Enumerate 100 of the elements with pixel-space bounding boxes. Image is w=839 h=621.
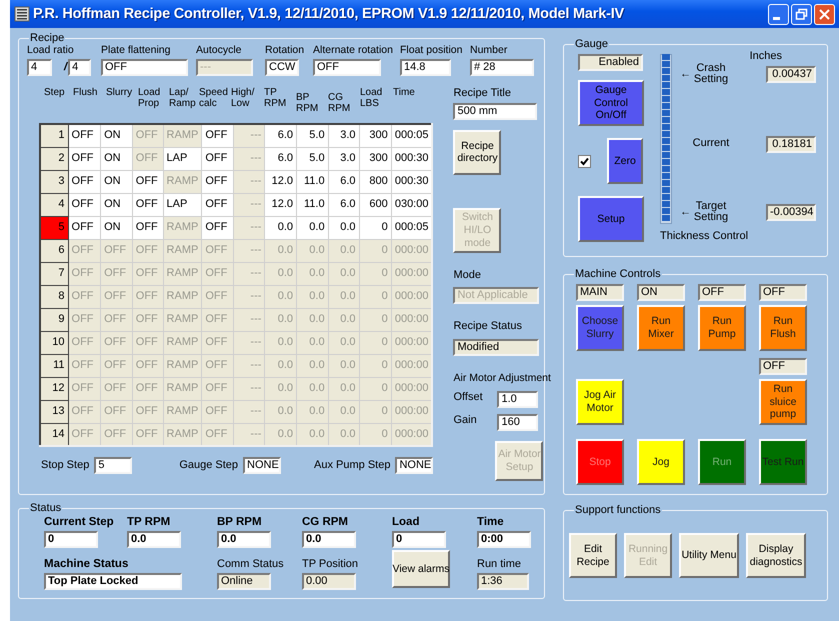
table-cell: OFF	[202, 170, 234, 194]
row-header[interactable]: 13	[40, 400, 68, 424]
table-cell: RAMP	[163, 423, 202, 446]
view-alarms-button[interactable]: View alarms	[392, 550, 450, 588]
readout-field[interactable]: OFF	[698, 284, 746, 301]
checkbox[interactable]	[578, 154, 591, 168]
row-header[interactable]: 2	[40, 147, 68, 170]
field-label: Recipe Title	[453, 87, 511, 100]
readout-field[interactable]: OFF	[759, 284, 807, 301]
text-field[interactable]: # 28	[470, 59, 534, 76]
text-field[interactable]: NONE	[243, 457, 282, 474]
row-header[interactable]: 5	[40, 216, 68, 240]
field-label: Offset	[453, 391, 483, 404]
table-cell: ---	[234, 331, 265, 354]
control-button[interactable]: Run Flush	[759, 305, 807, 351]
text-field[interactable]: 500 mm	[453, 102, 538, 120]
control-button[interactable]: Run Pump	[698, 305, 746, 351]
readout-field[interactable]: 1:36	[477, 572, 529, 590]
table-cell: OFF	[68, 262, 101, 286]
button[interactable]: Recipe directory	[453, 130, 502, 175]
text-field[interactable]: 0	[44, 531, 98, 548]
row-header[interactable]: 11	[40, 354, 68, 378]
table-cell: 000:00	[391, 423, 432, 446]
text-field[interactable]: 5	[94, 457, 132, 474]
row-header[interactable]: 14	[40, 423, 68, 446]
table-cell: RAMP	[163, 354, 202, 378]
table-cell: ON	[100, 147, 132, 170]
table-cell: OFF	[132, 193, 164, 216]
field-label: Stop Step	[41, 459, 90, 472]
table-cell: ---	[234, 308, 265, 332]
text-field[interactable]: 4	[27, 59, 52, 76]
zero-button[interactable]: Zero	[607, 138, 643, 184]
row-header[interactable]: 9	[40, 308, 68, 332]
text-field[interactable]: 14.8	[400, 59, 451, 76]
table-cell: OFF	[132, 423, 164, 446]
readout-field[interactable]: -0.00394	[766, 204, 816, 221]
control-button[interactable]: Run Mixer	[637, 305, 685, 351]
table-cell: RAMP	[163, 400, 202, 424]
table-cell: RAMP	[163, 170, 202, 194]
text-field[interactable]: 0.0	[217, 531, 271, 548]
text-field[interactable]: 0.0	[127, 531, 181, 548]
table-cell: OFF	[132, 285, 164, 308]
text-field[interactable]: CCW	[265, 59, 299, 76]
text-field[interactable]: Top Plate Locked	[44, 573, 182, 590]
readout-field[interactable]: Enabled	[578, 54, 643, 71]
table-cell: RAMP	[163, 377, 202, 400]
text-field[interactable]: 160	[497, 414, 538, 432]
table-cell: OFF	[202, 193, 234, 216]
readout-field[interactable]: 0.00437	[766, 66, 816, 83]
row-header[interactable]: 6	[40, 239, 68, 262]
table-cell: 0	[359, 331, 392, 354]
field-label: Float position	[400, 44, 462, 56]
table-cell: OFF	[132, 308, 164, 332]
text-field[interactable]: OFF	[313, 59, 381, 76]
field-label: TP RPM	[127, 516, 172, 530]
close-button[interactable]	[814, 4, 835, 24]
button[interactable]: Display diagnostics	[746, 533, 806, 578]
readout-field[interactable]: 0.00	[302, 572, 356, 590]
table-cell: 0.0	[328, 377, 360, 400]
column-header: CG RPM	[327, 92, 352, 114]
readout-field[interactable]: OFF	[759, 358, 807, 375]
control-button[interactable]: Jog	[637, 439, 685, 485]
row-header[interactable]: 1	[40, 124, 68, 148]
text-field[interactable]: OFF	[101, 59, 188, 76]
text-field[interactable]: 0	[392, 531, 446, 548]
table-cell: 000:00	[391, 354, 432, 378]
readout-field[interactable]: Modified	[453, 338, 540, 356]
table-cell: OFF	[202, 216, 234, 240]
text-field[interactable]: NONE	[395, 457, 434, 474]
table-cell: 0	[359, 262, 392, 286]
button[interactable]: Utility Menu	[679, 533, 739, 578]
text-field[interactable]: 0:00	[477, 531, 531, 548]
row-header[interactable]: 10	[40, 331, 68, 354]
readout-field[interactable]: ON	[637, 284, 685, 301]
gauge-control-button[interactable]: Gauge Control On/Off	[578, 80, 644, 126]
readout-field[interactable]: 0.18181	[766, 136, 816, 153]
control-button[interactable]: Jog Air Motor	[576, 379, 624, 425]
table-cell: 0.0	[264, 285, 297, 308]
readout-field[interactable]: Online	[217, 572, 271, 590]
readout-field[interactable]: MAIN	[576, 284, 624, 301]
text-field[interactable]: 0.0	[302, 531, 356, 548]
table-cell: OFF	[68, 423, 101, 446]
text-field[interactable]: 1.0	[497, 391, 538, 408]
row-header[interactable]: 3	[40, 170, 68, 194]
table-cell: OFF	[132, 377, 164, 400]
restore-button[interactable]	[791, 4, 812, 24]
button[interactable]: Edit Recipe	[569, 533, 617, 578]
row-header[interactable]: 7	[40, 262, 68, 286]
table-cell: OFF	[68, 400, 101, 424]
row-header[interactable]: 4	[40, 193, 68, 216]
table-cell: 0.0	[296, 285, 328, 308]
minimize-button[interactable]	[768, 4, 789, 24]
row-header[interactable]: 8	[40, 285, 68, 308]
control-button[interactable]: Run sluice pump	[759, 379, 807, 425]
text-field[interactable]: 4	[68, 59, 92, 76]
column-header: Flush	[72, 87, 98, 98]
row-header[interactable]: 12	[40, 377, 68, 400]
table-cell: 6.0	[264, 124, 297, 148]
setup-button[interactable]: Setup	[578, 196, 644, 242]
table-cell: RAMP	[163, 216, 202, 240]
